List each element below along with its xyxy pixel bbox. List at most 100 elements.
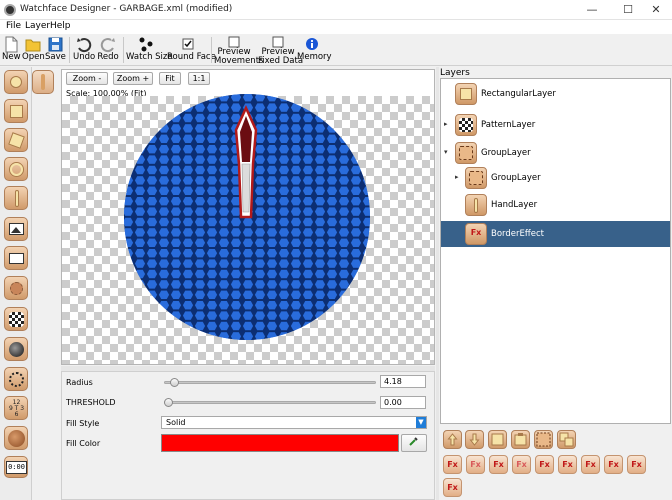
- vertical-splitter[interactable]: [436, 67, 439, 500]
- open-button[interactable]: Open: [22, 36, 45, 64]
- chevron-down-icon[interactable]: ▼: [416, 417, 426, 428]
- fx-effect-button[interactable]: Fx: [512, 455, 531, 474]
- ungroup-icon: [559, 432, 574, 447]
- tool-gradient-circle[interactable]: [4, 337, 28, 361]
- floppy-icon: [48, 37, 62, 52]
- hand-icon: [41, 74, 45, 90]
- memory-label: Memory: [297, 52, 332, 62]
- fill-color-label: Fill Color: [66, 439, 101, 448]
- tool-ring-layer[interactable]: [4, 157, 28, 181]
- folder-icon: [25, 39, 41, 52]
- close-button[interactable]: ✕: [640, 0, 672, 20]
- redo-icon: [100, 38, 115, 53]
- layer-name: GroupLayer: [491, 173, 541, 183]
- menu-help[interactable]: Help: [50, 21, 71, 31]
- tool-numbers-layer[interactable]: 12 9 T 36: [4, 396, 28, 420]
- move-down-button[interactable]: [465, 430, 484, 449]
- fx-effect-button[interactable]: Fx: [535, 455, 554, 474]
- toolbar-separator: [123, 37, 124, 63]
- tool-pattern-layer[interactable]: [4, 307, 28, 331]
- expand-arrow-icon[interactable]: ▸: [455, 173, 459, 181]
- one-to-one-button[interactable]: 1:1: [188, 72, 210, 85]
- sphere-icon: [9, 342, 24, 357]
- frame-icon: [9, 253, 24, 264]
- paste-layer-button[interactable]: [511, 430, 530, 449]
- fx-effect-button[interactable]: Fx: [489, 455, 508, 474]
- tool-rectangle-layer[interactable]: [4, 99, 28, 123]
- tool-ticks-layer[interactable]: [4, 367, 28, 391]
- copy-icon: [491, 433, 504, 446]
- fill-color-swatch[interactable]: [161, 434, 399, 452]
- fill-style-label: Fill Style: [66, 419, 100, 428]
- minimize-button[interactable]: —: [576, 0, 608, 20]
- zoom-in-button[interactable]: Zoom +: [113, 72, 153, 85]
- tool-image-layer[interactable]: [4, 217, 28, 241]
- copy-layer-button[interactable]: [488, 430, 507, 449]
- fx-effect-button[interactable]: Fx: [604, 455, 623, 474]
- layer-name: BorderEffect: [491, 229, 544, 239]
- round-face-toggle[interactable]: Round Face: [167, 36, 216, 64]
- fx-effect-button[interactable]: Fx: [443, 478, 462, 497]
- tool-hand-layer[interactable]: [32, 70, 54, 94]
- fx-effect-button[interactable]: Fx: [581, 455, 600, 474]
- paste-icon: [514, 433, 527, 446]
- tool-pattern-circle[interactable]: [4, 276, 28, 300]
- new-button[interactable]: New: [2, 36, 21, 64]
- eyedropper-icon: [409, 437, 418, 446]
- radius-label: Radius: [66, 378, 93, 387]
- dial-icon: [8, 430, 25, 447]
- new-label: New: [2, 52, 21, 62]
- hand-icon: [465, 194, 487, 216]
- rectangle-layer-icon: [455, 83, 477, 105]
- fx-effect-button[interactable]: Fx: [466, 455, 485, 474]
- fit-button[interactable]: Fit: [159, 72, 181, 85]
- app-icon: [4, 4, 16, 16]
- ungroup-layer-button[interactable]: [557, 430, 576, 449]
- expand-arrow-icon[interactable]: ▸: [444, 120, 448, 128]
- zoom-out-button[interactable]: Zoom -: [66, 72, 108, 85]
- tool-frame-layer[interactable]: [4, 246, 28, 270]
- radius-slider-track[interactable]: [164, 381, 376, 384]
- threshold-field[interactable]: 0.00: [380, 396, 426, 409]
- square-icon: [10, 105, 23, 118]
- tool-hand-shape[interactable]: [4, 186, 28, 210]
- menu-file[interactable]: File: [6, 21, 21, 31]
- preview-movements-toggle[interactable]: Preview Movements: [214, 36, 263, 66]
- layer-row[interactable]: ▾ GroupLayer: [441, 140, 670, 166]
- fx-effect-button[interactable]: Fx: [443, 455, 462, 474]
- color-picker-button[interactable]: [401, 434, 427, 452]
- new-file-icon: [5, 36, 18, 53]
- group-layer-button[interactable]: [534, 430, 553, 449]
- threshold-slider-track[interactable]: [164, 401, 376, 404]
- layer-row[interactable]: HandLayer: [441, 192, 670, 218]
- threshold-slider-knob[interactable]: [164, 398, 173, 407]
- watch-size-button[interactable]: Watch Size: [126, 36, 173, 64]
- watchface-preview[interactable]: [122, 92, 372, 342]
- layer-row-selected[interactable]: Fx BorderEffect: [441, 221, 670, 247]
- hand-icon: [15, 190, 19, 207]
- tool-circle-layer[interactable]: [4, 70, 28, 94]
- tool-digital-clock[interactable]: 0:00: [4, 456, 28, 478]
- preview-fixed-data-toggle[interactable]: Preview Fixed Data: [258, 36, 303, 66]
- menu-layer[interactable]: Layer: [25, 21, 50, 31]
- fx-effect-button[interactable]: Fx: [627, 455, 646, 474]
- collapse-arrow-icon[interactable]: ▾: [444, 148, 448, 156]
- fx-effect-button[interactable]: Fx: [558, 455, 577, 474]
- toolbar-separator: [211, 37, 212, 63]
- tool-shape-layer[interactable]: [4, 128, 28, 152]
- ticks-icon: [9, 372, 24, 387]
- layer-row[interactable]: RectangularLayer: [441, 81, 670, 107]
- layer-row[interactable]: ▸ PatternLayer: [441, 112, 670, 138]
- move-up-button[interactable]: [443, 430, 462, 449]
- circle-icon: [10, 76, 22, 88]
- tool-dial-layer[interactable]: [4, 426, 28, 450]
- undo-button[interactable]: Undo: [73, 36, 95, 64]
- save-button[interactable]: Save: [45, 36, 66, 64]
- group-icon: [536, 432, 551, 447]
- redo-button[interactable]: Redo: [97, 36, 119, 64]
- memory-button[interactable]: Memory: [297, 36, 332, 64]
- fill-style-select[interactable]: Solid: [161, 416, 427, 429]
- layer-row[interactable]: ▸ GroupLayer: [441, 165, 670, 191]
- fx-effect-icon: Fx: [465, 223, 487, 245]
- radius-field[interactable]: 4.18: [380, 375, 426, 388]
